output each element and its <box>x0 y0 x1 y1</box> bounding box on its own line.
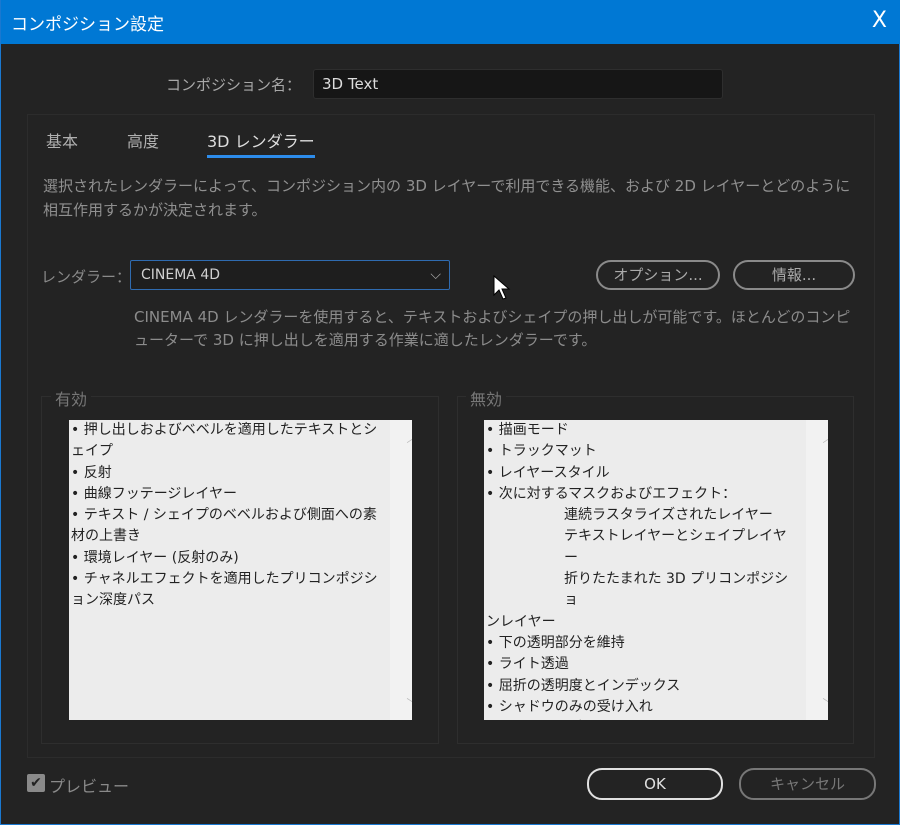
scroll-down-icon[interactable]: ﹀ <box>401 693 413 714</box>
tab-advanced[interactable]: 高度 <box>127 128 159 152</box>
list-item: • 屈折の透明度とインデックス <box>486 677 681 694</box>
comp-name-label: コンポジション名： <box>165 76 301 94</box>
list-item: • トラックマット <box>486 443 597 460</box>
info-button[interactable]: 情報... <box>733 260 855 290</box>
renderer-description: 選択されたレンダラーによって、コンポジション内の 3D レイヤーで利用できる機能… <box>43 177 851 219</box>
preview-label: プレビュー <box>49 777 130 796</box>
list-item: • シャドウのみの受け入れ <box>486 698 653 715</box>
list-item: • テキスト / シェイプのベベルおよび側面への素材の上書き <box>71 507 377 545</box>
list-item: • レイヤースタイル <box>486 464 610 481</box>
list-item: • モーションブラー <box>486 718 798 720</box>
list-item: • チャネルエフェクトを適用したプリコンポジション深度パス <box>71 571 378 609</box>
renderer-select[interactable]: CINEMA 4D ⌵ <box>130 260 450 290</box>
scroll-up-icon[interactable]: ︿ <box>817 428 829 449</box>
comp-name-input[interactable]: 3D Text <box>313 69 723 99</box>
cancel-button[interactable]: キャンセル <box>739 768 876 800</box>
preview-checkbox[interactable]: ✔ <box>27 774 45 792</box>
list-item: • 下の透明部分を維持 <box>486 634 625 651</box>
tab-3d-renderer[interactable]: 3D レンダラー <box>207 128 315 158</box>
renderer-info-text: CINEMA 4D レンダラーを使用すると、テキストおよびシェイプの押し出しが可… <box>134 308 851 349</box>
scrollbar[interactable]: ︿﹀ <box>390 420 412 720</box>
ok-button[interactable]: OK <box>587 768 723 800</box>
disabled-list[interactable]: ︿﹀ • 描画モード• トラックマット• レイヤースタイル• 次に対するマスクお… <box>484 420 828 720</box>
close-icon[interactable]: X <box>872 8 887 33</box>
enabled-list[interactable]: ︿﹀ • 押し出しおよびベベルを適用したテキストとシェイプ• 反射• 曲線フッテ… <box>69 420 412 720</box>
list-item: • 次に対するマスクおよびエフェクト： <box>486 485 737 502</box>
list-item: • 環境レイヤー (反射のみ) <box>71 549 239 566</box>
list-item: • ライト透過 <box>486 656 569 673</box>
scroll-down-icon[interactable]: ﹀ <box>817 693 829 714</box>
scroll-up-icon[interactable]: ︿ <box>401 428 413 449</box>
list-item: • 反射 <box>71 464 112 481</box>
list-item: • 押し出しおよびベベルを適用したテキストとシェイプ <box>71 422 378 460</box>
scrollbar[interactable]: ︿﹀ <box>806 420 828 720</box>
list-item: • 曲線フッテージレイヤー <box>71 485 238 502</box>
options-button[interactable]: オプション... <box>596 260 720 290</box>
renderer-label: レンダラー： <box>41 268 132 286</box>
list-item: • 描画モード <box>486 422 569 438</box>
chevron-down-icon: ⌵ <box>430 267 441 283</box>
tab-basic[interactable]: 基本 <box>46 128 78 152</box>
renderer-value: CINEMA 4D <box>141 267 221 283</box>
dialog-window: コンポジション設定 X コンポジション名： 3D Text 基本 高度 3D レ… <box>0 0 900 825</box>
list-item: 折りたたまれた 3D プリコンポジショ <box>564 571 789 609</box>
enabled-label: 有効 <box>51 386 92 410</box>
list-item: ンレイヤー <box>486 613 556 630</box>
window-title: コンポジション設定 <box>11 14 164 35</box>
list-item: 連続ラスタライズされたレイヤー <box>564 507 773 524</box>
disabled-label: 無効 <box>466 386 507 410</box>
title-bar: コンポジション設定 X <box>1 0 900 44</box>
mouse-cursor-icon <box>493 275 511 300</box>
list-item: テキストレイヤーとシェイプレイヤー <box>564 528 787 566</box>
